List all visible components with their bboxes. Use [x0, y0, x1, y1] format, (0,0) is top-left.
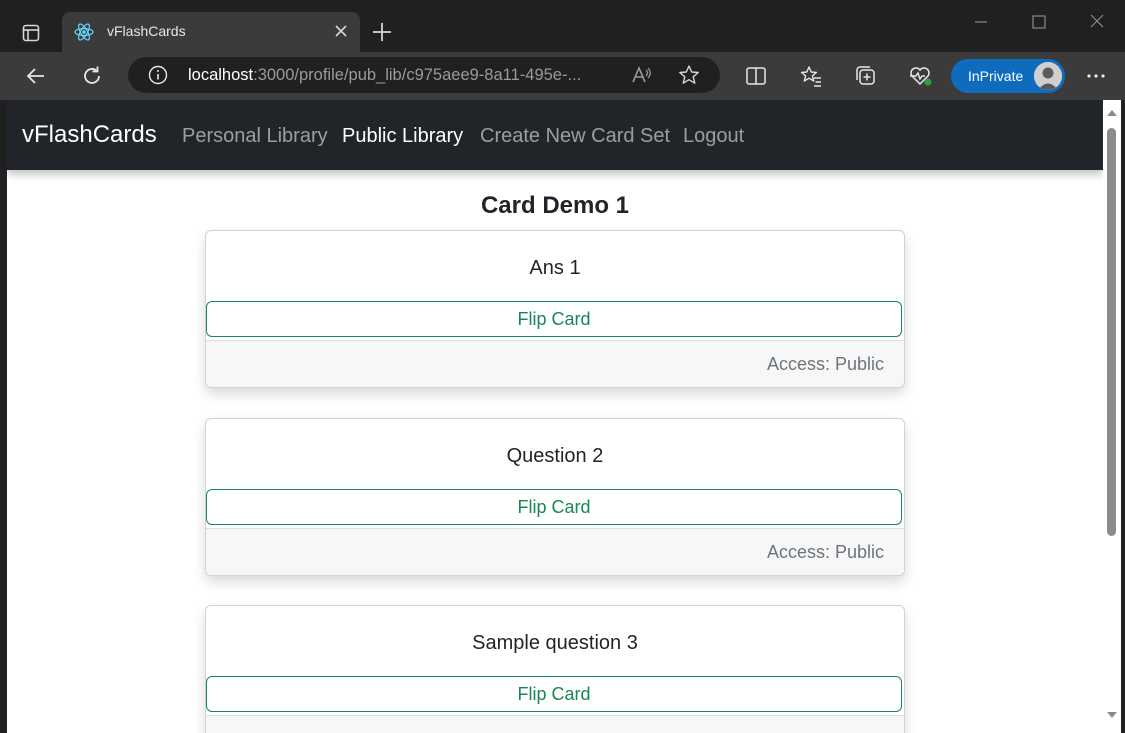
browser-tab[interactable]: vFlashCards: [62, 12, 360, 52]
window-border: [1121, 100, 1125, 733]
inprivate-badge[interactable]: InPrivate: [951, 59, 1065, 93]
card-footer: Access: Public: [206, 528, 904, 575]
page-viewport: vFlashCards Personal Library Public Libr…: [7, 100, 1103, 733]
scroll-down-arrow-icon[interactable]: [1106, 708, 1118, 720]
nav-link-logout[interactable]: Logout: [683, 125, 744, 148]
app-navbar: vFlashCards Personal Library Public Libr…: [7, 100, 1103, 170]
nav-link-public-library[interactable]: Public Library: [342, 125, 463, 148]
flashcard: Sample question 3 Flip Card: [205, 605, 905, 733]
card-footer: [206, 715, 904, 733]
favorites-icon[interactable]: [797, 62, 825, 90]
flip-card-button[interactable]: Flip Card: [206, 676, 902, 712]
split-screen-icon[interactable]: [742, 62, 770, 90]
nav-link-create-new-card-set[interactable]: Create New Card Set: [480, 125, 670, 148]
tab-title: vFlashCards: [107, 23, 186, 39]
flip-card-button[interactable]: Flip Card: [206, 489, 902, 525]
url-text[interactable]: localhost:3000/profile/pub_lib/c975aee9-…: [188, 66, 581, 85]
back-icon[interactable]: [22, 62, 50, 90]
scrollbar-thumb[interactable]: [1107, 128, 1116, 536]
new-tab-icon[interactable]: [370, 20, 394, 44]
flashcard: Ans 1 Flip Card Access: Public: [205, 230, 905, 388]
address-bar[interactable]: localhost:3000/profile/pub_lib/c975aee9-…: [128, 57, 720, 93]
navbar-brand[interactable]: vFlashCards: [22, 121, 157, 149]
card-text: Ans 1: [529, 257, 581, 279]
card-access-label: Access: Public: [766, 354, 884, 374]
flashcard: Question 2 Flip Card Access: Public: [205, 418, 905, 576]
nav-link-personal-library[interactable]: Personal Library: [182, 125, 328, 148]
card-text: Sample question 3: [472, 632, 638, 654]
site-info-icon[interactable]: [148, 65, 168, 85]
close-window-icon[interactable]: [1084, 10, 1110, 34]
browser-titlebar: vFlashCards: [0, 0, 1125, 52]
flip-card-button[interactable]: Flip Card: [206, 301, 902, 337]
page-scrollbar[interactable]: [1103, 100, 1121, 733]
card-set-title: Card Demo 1: [480, 192, 630, 219]
minimize-icon[interactable]: [968, 10, 994, 34]
browser-essentials-icon[interactable]: [907, 62, 935, 90]
profile-avatar-icon: [1034, 62, 1062, 90]
react-logo-icon: [74, 22, 94, 42]
scroll-up-arrow-icon[interactable]: [1106, 106, 1118, 118]
settings-more-icon[interactable]: [1082, 62, 1110, 90]
refresh-icon[interactable]: [78, 62, 106, 90]
card-text: Question 2: [506, 445, 604, 467]
collections-icon[interactable]: [852, 62, 880, 90]
close-tab-icon[interactable]: [332, 22, 350, 40]
read-aloud-icon[interactable]: [630, 64, 652, 86]
browser-toolbar: localhost:3000/profile/pub_lib/c975aee9-…: [0, 52, 1125, 100]
maximize-icon[interactable]: [1026, 10, 1052, 34]
card-footer: Access: Public: [206, 340, 904, 387]
tab-actions-icon[interactable]: [18, 20, 44, 46]
add-favorite-star-icon[interactable]: [678, 64, 700, 86]
card-access-label: Access: Public: [766, 542, 884, 562]
